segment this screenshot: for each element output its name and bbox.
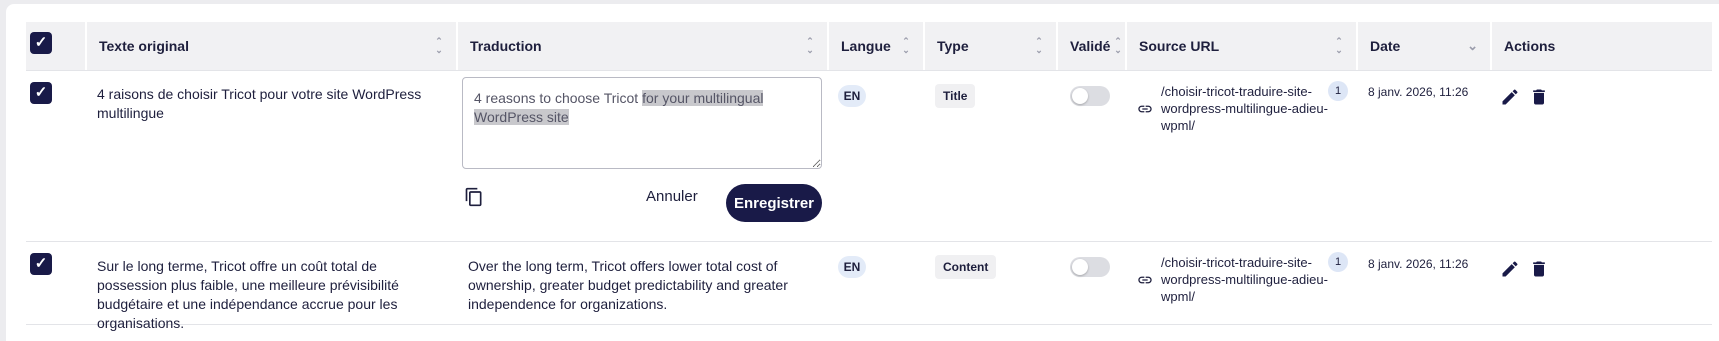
original-text: Sur le long terme, Tricot offre un coût … [97, 258, 399, 331]
col-date[interactable]: Date ⌄ [1356, 22, 1490, 70]
col-source-url-label: Source URL [1139, 38, 1220, 54]
sort-icon[interactable]: ⌃ ⌄ [901, 37, 911, 55]
col-type-label: Type [937, 38, 969, 54]
col-source-url[interactable]: Source URL ⌃ ⌄ [1125, 22, 1356, 70]
type-tag: Title [935, 84, 976, 108]
row-checkbox[interactable]: ✓ [30, 253, 52, 275]
date-value: 8 janv. 2026, 11:26 [1368, 85, 1469, 99]
source-url-link[interactable]: /choisir-tricot-traduire-site-wordpress-… [1161, 254, 1331, 305]
translation-textarea[interactable] [462, 77, 822, 169]
sort-icon[interactable]: ⌃ ⌄ [805, 37, 815, 55]
cancel-button[interactable]: Annuler [646, 188, 698, 205]
select-all-checkbox[interactable]: ✓ [30, 32, 52, 54]
sort-icon[interactable]: ⌃ ⌄ [1113, 37, 1123, 55]
table-header: ✓ Texte original ⌃ ⌄ Traduction ⌃ ⌄ Langue… [26, 22, 1712, 71]
edit-icon[interactable] [1500, 87, 1520, 107]
url-count-badge: 1 [1328, 252, 1348, 272]
col-original-label: Texte original [99, 38, 189, 54]
link-icon [1138, 276, 1152, 284]
translation-editor[interactable]: 4 reasons to choose Tricot for your mult… [462, 77, 822, 169]
sort-icon[interactable]: ⌃ ⌄ [434, 37, 444, 55]
translations-table: ✓ Texte original ⌃ ⌄ Traduction ⌃ ⌄ Langue… [26, 22, 1712, 331]
edit-icon[interactable] [1500, 259, 1520, 279]
table-row: ✓ Sur le long terme, Tricot offre un coû… [26, 242, 1712, 331]
col-date-label: Date [1370, 38, 1401, 54]
language-badge: EN [838, 256, 866, 278]
translation-text[interactable]: Over the long term, Tricot offers lower … [468, 257, 798, 314]
header-select-cell: ✓ [26, 22, 85, 70]
type-tag: Content [935, 255, 997, 279]
col-validated-label: Validé [1070, 38, 1111, 54]
validated-toggle[interactable] [1070, 257, 1110, 277]
delete-icon[interactable] [1529, 87, 1549, 107]
col-original[interactable]: Texte original ⌃ ⌄ [85, 22, 456, 70]
table-row: ✓ 4 raisons de choisir Tricot pour votre… [26, 71, 1712, 242]
col-translation-label: Traduction [470, 38, 542, 54]
col-translation[interactable]: Traduction ⌃ ⌄ [456, 22, 827, 70]
save-button[interactable]: Enregistrer [726, 184, 822, 222]
source-url-link[interactable]: /choisir-tricot-traduire-site-wordpress-… [1161, 83, 1331, 134]
col-language[interactable]: Langue ⌃ ⌄ [827, 22, 923, 70]
chevron-down-icon[interactable]: ⌄ [1467, 22, 1478, 70]
row-checkbox[interactable]: ✓ [30, 82, 52, 104]
copy-icon[interactable] [464, 187, 484, 207]
col-type[interactable]: Type ⌃ ⌄ [923, 22, 1056, 70]
date-value: 8 janv. 2026, 11:26 [1368, 257, 1469, 271]
col-validated[interactable]: Validé ⌃ ⌄ [1056, 22, 1125, 70]
url-count-badge: 1 [1328, 81, 1348, 101]
validated-toggle[interactable] [1070, 86, 1110, 106]
link-icon [1138, 105, 1152, 113]
sort-icon[interactable]: ⌃ ⌄ [1334, 37, 1344, 55]
col-language-label: Langue [841, 38, 891, 54]
col-actions-label: Actions [1504, 38, 1556, 54]
delete-icon[interactable] [1529, 259, 1549, 279]
original-text: 4 raisons de choisir Tricot pour votre s… [97, 86, 422, 121]
col-actions: Actions [1490, 22, 1712, 70]
language-badge: EN [838, 85, 866, 107]
sort-icon[interactable]: ⌃ ⌄ [1034, 37, 1044, 55]
